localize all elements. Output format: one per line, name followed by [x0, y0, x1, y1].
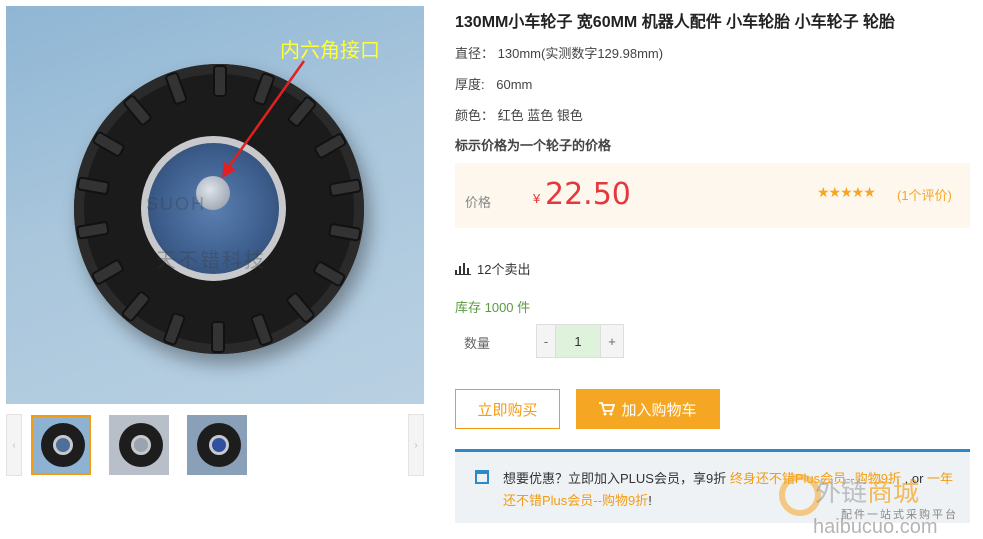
quantity-stepper: - 1 + — [536, 324, 624, 358]
bar-chart-icon — [455, 262, 471, 275]
quantity-label: 数量 — [464, 336, 491, 351]
thumbnail-1[interactable] — [31, 415, 91, 475]
thumbnail-rim-graphic — [209, 435, 229, 455]
plus-text-end: ! — [648, 493, 652, 508]
add-to-cart-label: 加入购物车 — [621, 401, 697, 419]
spec-value: 130mm(实测数字129.98mm) — [497, 46, 664, 61]
spec-label: 直径： — [455, 46, 495, 61]
thumbnail-3[interactable] — [187, 415, 247, 475]
quantity-decrease-button[interactable]: - — [536, 324, 556, 358]
thumbnail-prev-button[interactable]: ‹ — [6, 414, 22, 476]
quantity-increase-button[interactable]: + — [600, 324, 624, 358]
sold-count: 12个卖出 — [455, 259, 530, 278]
stock-status: 库存 1000 件 — [455, 300, 531, 315]
thumbnail-2[interactable] — [109, 415, 169, 475]
thumbnail-next-button[interactable]: › — [408, 414, 424, 476]
spec-value: 60mm — [496, 77, 533, 92]
watermark-site-name: 外链商城 — [815, 478, 920, 508]
shopping-cart-icon — [599, 402, 616, 416]
rating-stars-icon: ★★★★★ — [817, 184, 876, 200]
thumbnail-rim-graphic — [131, 435, 151, 455]
thumbnail-rim-graphic — [53, 435, 73, 455]
watermark-url: haibucuo.com — [813, 516, 938, 538]
site-watermark: 外链商城 配件一站式采购平台 haibucuo.com — [775, 470, 983, 539]
spec-color: 颜色： 红色 蓝色 银色 — [455, 105, 583, 124]
spec-thickness: 厚度: 60mm — [455, 74, 532, 93]
price-box: 价格 ¥ 22.50 ★★★★★ (1个评价) — [455, 163, 970, 228]
add-to-cart-button[interactable]: 加入购物车 — [576, 389, 720, 429]
sold-count-text: 12个卖出 — [477, 262, 531, 277]
thumbnail-strip: ‹ › — [6, 414, 424, 476]
window-icon — [475, 470, 489, 484]
callout-arrow-icon — [222, 60, 306, 178]
product-title: 130MM小车轮子 宽60MM 机器人配件 小车轮胎 小车轮子 轮胎 — [455, 14, 896, 31]
plus-text-intro: 想要优惠？立即加入PLUS会员，享9折 — [503, 471, 730, 486]
price-notice: 标示价格为一个轮子的价格 — [455, 138, 612, 153]
quantity-input[interactable]: 1 — [556, 324, 600, 358]
buy-now-button[interactable]: 立即购买 — [455, 389, 560, 429]
spec-label: 厚度: — [455, 77, 485, 92]
spec-value: 红色 蓝色 银色 — [497, 108, 583, 123]
main-product-image[interactable]: SUOH 天不错科技 内六角接口 — [6, 6, 424, 404]
spec-label: 颜色： — [455, 108, 495, 123]
price-label: 价格 — [465, 195, 492, 210]
spec-diameter: 直径： 130mm(实测数字129.98mm) — [455, 43, 663, 62]
currency-symbol: ¥ — [533, 191, 541, 206]
review-count-link[interactable]: (1个评价) — [897, 185, 952, 204]
price-value: 22.50 — [545, 177, 631, 212]
